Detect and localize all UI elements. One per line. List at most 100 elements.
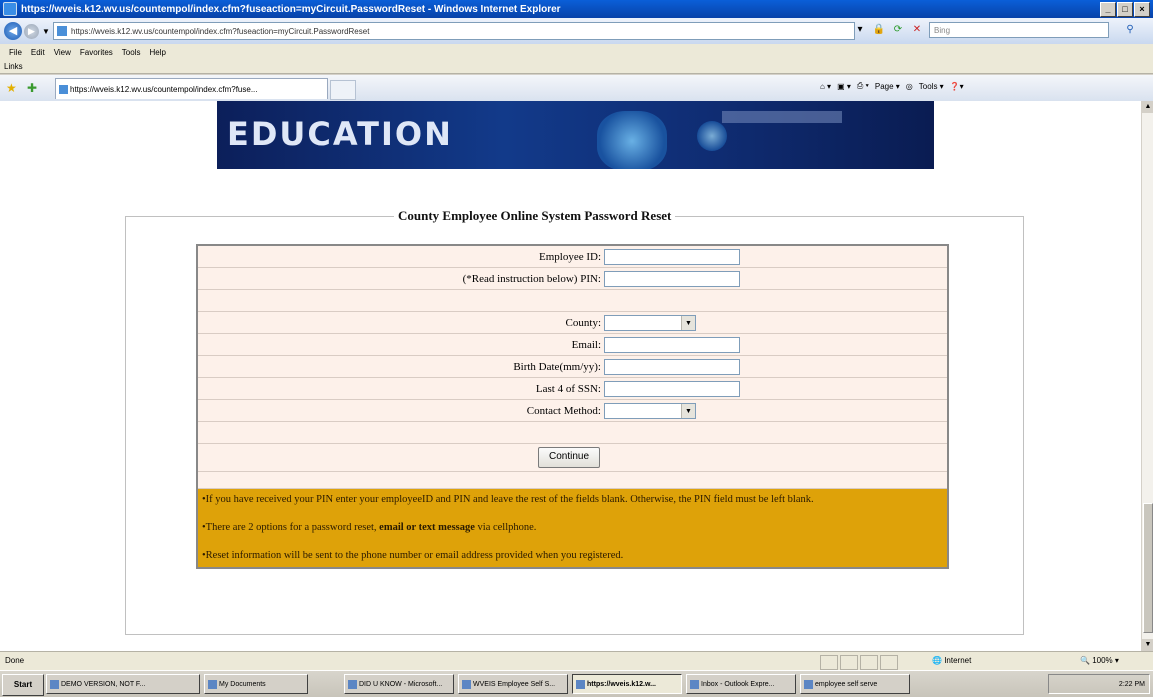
tools-menu[interactable]: Tools ▾ [919, 82, 944, 91]
taskbar-item[interactable]: Inbox - Outlook Expre... [686, 674, 796, 694]
internet-zone: 🌐 Internet [932, 656, 972, 665]
ssn-input[interactable] [604, 380, 740, 397]
menu-favorites[interactable]: Favorites [80, 48, 113, 57]
instruction-reset-info: •Reset information will be sent to the p… [202, 550, 624, 561]
contact-method-label: Contact Method: [526, 404, 601, 417]
address-icons: ▾ 🔒 ⟳ ✕ [852, 22, 925, 38]
form-row-spacer [198, 290, 947, 312]
form-row-spacer [198, 422, 947, 444]
instruction-pin: •If you have received your PIN enter you… [202, 494, 814, 505]
scroll-up-icon[interactable]: ▲ [1142, 101, 1153, 113]
taskbar: Start DEMO VERSION, NOT F... My Document… [0, 670, 1153, 697]
contact-method-select[interactable]: ▼ [604, 402, 696, 419]
favorites-star-icon[interactable]: ★ [6, 81, 17, 95]
history-dropdown-icon[interactable]: ▼ [42, 27, 50, 36]
home-icon[interactable]: ⌂ ▾ [820, 82, 831, 91]
globe-graphic-small [697, 121, 727, 151]
start-button[interactable]: Start [2, 674, 44, 696]
taskbar-item[interactable]: DEMO VERSION, NOT F... [46, 674, 200, 694]
zone-label: Internet [944, 656, 972, 665]
status-panel [820, 655, 838, 670]
status-text: Done [5, 656, 25, 665]
menu-tools[interactable]: Tools [122, 48, 141, 57]
lock-icon[interactable]: 🔒 [871, 22, 887, 38]
birth-date-input[interactable] [604, 358, 740, 375]
scroll-down-icon[interactable]: ▼ [1142, 639, 1153, 651]
chevron-down-icon[interactable]: ▼ [681, 315, 695, 330]
instructions-panel: •If you have received your PIN enter you… [198, 489, 947, 567]
taskbar-item-active[interactable]: https://wveis.k12.w... [572, 674, 682, 694]
forward-button[interactable]: ▶ [24, 23, 39, 39]
employee-id-input[interactable] [604, 248, 740, 265]
tab-bar: ★ ✚ https://wveis.k12.wv.us/countempol/i… [0, 75, 1153, 102]
print-icon[interactable]: ⎙ ▾ [857, 81, 869, 91]
pin-label: (*Read instruction below) PIN: [462, 272, 601, 285]
page-menu[interactable]: Page ▾ [875, 82, 900, 91]
pin-input[interactable] [604, 270, 740, 287]
form-row-county: County: ▼ [198, 312, 947, 334]
ie-icon [3, 2, 17, 16]
taskbar-item[interactable]: My Documents [204, 674, 308, 694]
form-row-birth-date: Birth Date(mm/yy): [198, 356, 947, 378]
vertical-scrollbar[interactable]: ▲ ▼ [1141, 101, 1153, 651]
window-title: https://wveis.k12.wv.us/countempol/index… [21, 3, 561, 15]
password-reset-form: Employee ID: (*Read instruction below) P… [196, 244, 949, 569]
address-url: https://wveis.k12.wv.us/countempol/index… [71, 26, 370, 36]
tab-current-page[interactable]: https://wveis.k12.wv.us/countempol/index… [55, 78, 328, 99]
menu-view[interactable]: View [54, 48, 71, 57]
dropdown-icon[interactable]: ▾ [852, 22, 868, 38]
minimize-button[interactable]: _ [1100, 1, 1116, 17]
search-input[interactable]: Bing [929, 22, 1109, 38]
status-panel [880, 655, 898, 670]
form-row-spacer [198, 472, 947, 489]
instruction-options-bold: email or text message [379, 522, 475, 533]
chevron-down-icon[interactable]: ▼ [681, 403, 695, 418]
address-bar[interactable]: https://wveis.k12.wv.us/countempol/index… [53, 22, 855, 40]
menu-edit[interactable]: Edit [31, 48, 45, 57]
close-button[interactable]: × [1134, 1, 1150, 17]
menu-file[interactable]: File [9, 48, 22, 57]
email-input[interactable] [604, 336, 740, 353]
address-toolbar: ◀ ▶ ▼ https://wveis.k12.wv.us/countempol… [0, 18, 1153, 44]
form-row-employee-id: Employee ID: [198, 246, 947, 268]
taskbar-item[interactable]: employee self serve [800, 674, 910, 694]
zoom-level[interactable]: 🔍 100% ▾ [1080, 656, 1119, 665]
instruction-options-text: •There are 2 options for a password rese… [202, 522, 380, 533]
banner-text: EDUCATION [227, 115, 453, 153]
globe-graphic [597, 111, 667, 169]
menu-bar: File Edit View Favorites Tools Help [0, 44, 1153, 60]
page-viewport: EDUCATION County Employee Online System … [0, 101, 1141, 651]
help-icon[interactable]: ❓▾ [950, 82, 964, 91]
scroll-thumb[interactable] [1143, 503, 1153, 633]
search-icon[interactable]: ⚲ [1116, 22, 1144, 38]
employee-id-label: Employee ID: [538, 250, 601, 263]
form-row-ssn: Last 4 of SSN: [198, 378, 947, 400]
form-legend: County Employee Online System Password R… [398, 208, 672, 223]
banner-wordmark [722, 111, 842, 123]
back-button[interactable]: ◀ [4, 22, 22, 40]
safety-icon[interactable]: ◎ [906, 82, 913, 91]
education-banner: EDUCATION [217, 101, 934, 169]
form-row-contact-method: Contact Method: ▼ [198, 400, 947, 422]
system-tray: 2:22 PM [1048, 674, 1150, 694]
form-row-continue: Continue [198, 444, 947, 472]
taskbar-item[interactable]: DID U KNOW - Microsoft... [344, 674, 454, 694]
form-row-email: Email: [198, 334, 947, 356]
taskbar-item[interactable]: WVEIS Employee Self S... [458, 674, 568, 694]
stop-icon[interactable]: ✕ [909, 22, 925, 38]
links-bar[interactable]: Links [0, 60, 1153, 74]
continue-button[interactable]: Continue [538, 447, 601, 468]
page-favicon-icon [57, 26, 67, 36]
ssn-label: Last 4 of SSN: [535, 382, 601, 395]
form-row-pin: (*Read instruction below) PIN: [198, 268, 947, 290]
add-favorites-icon[interactable]: ✚ [27, 81, 37, 95]
county-select[interactable]: ▼ [604, 314, 696, 331]
menu-help[interactable]: Help [149, 48, 165, 57]
new-tab-button[interactable] [330, 80, 356, 100]
feeds-icon[interactable]: ▣ ▾ [837, 82, 851, 91]
title-bar: https://wveis.k12.wv.us/countempol/index… [0, 0, 1153, 18]
status-panel [860, 655, 878, 670]
instruction-options: •There are 2 options for a password rese… [202, 521, 941, 535]
maximize-button[interactable]: □ [1117, 1, 1133, 17]
refresh-icon[interactable]: ⟳ [890, 22, 906, 38]
